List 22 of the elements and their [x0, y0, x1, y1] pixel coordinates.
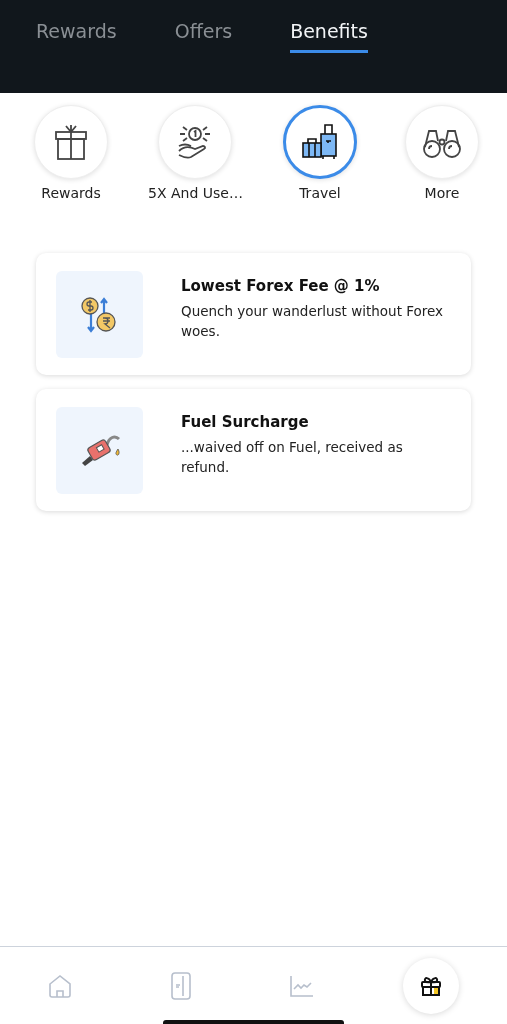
home-icon [47, 972, 74, 999]
category-button[interactable]: More [396, 105, 487, 201]
category-label: Travel [299, 185, 341, 201]
benefit-description: Quench your wanderlust without Forex woes. [181, 302, 445, 341]
category-button[interactable]: Travel [274, 105, 365, 201]
category-button[interactable]: 5X And Use… [148, 105, 243, 201]
tab[interactable]: Benefits [290, 0, 368, 53]
benefit-card[interactable]: Lowest Forex Fee @ 1% Quench your wanderlust without Forex woes. [36, 253, 471, 375]
category-label: Rewards [41, 185, 101, 201]
luggage-icon [299, 122, 340, 162]
category-label: More [424, 185, 460, 201]
nav-button[interactable] [402, 957, 459, 1014]
benefit-description: ...waived off on Fuel, received as refund. [181, 438, 404, 477]
tab[interactable]: Rewards [36, 0, 117, 53]
card-icon [170, 970, 193, 1001]
tab[interactable]: Offers [174, 0, 233, 53]
benefit-title: Fuel Surcharge [181, 413, 310, 431]
chart-icon [288, 973, 315, 998]
category-label: 5X And Use… [148, 185, 243, 201]
category-button[interactable]: Rewards [26, 105, 117, 201]
benefit-title: Lowest Forex Fee @ 1% [181, 277, 381, 295]
benefit-card[interactable]: Fuel Surcharge ...waived off on Fuel, received as refund. [36, 389, 471, 511]
